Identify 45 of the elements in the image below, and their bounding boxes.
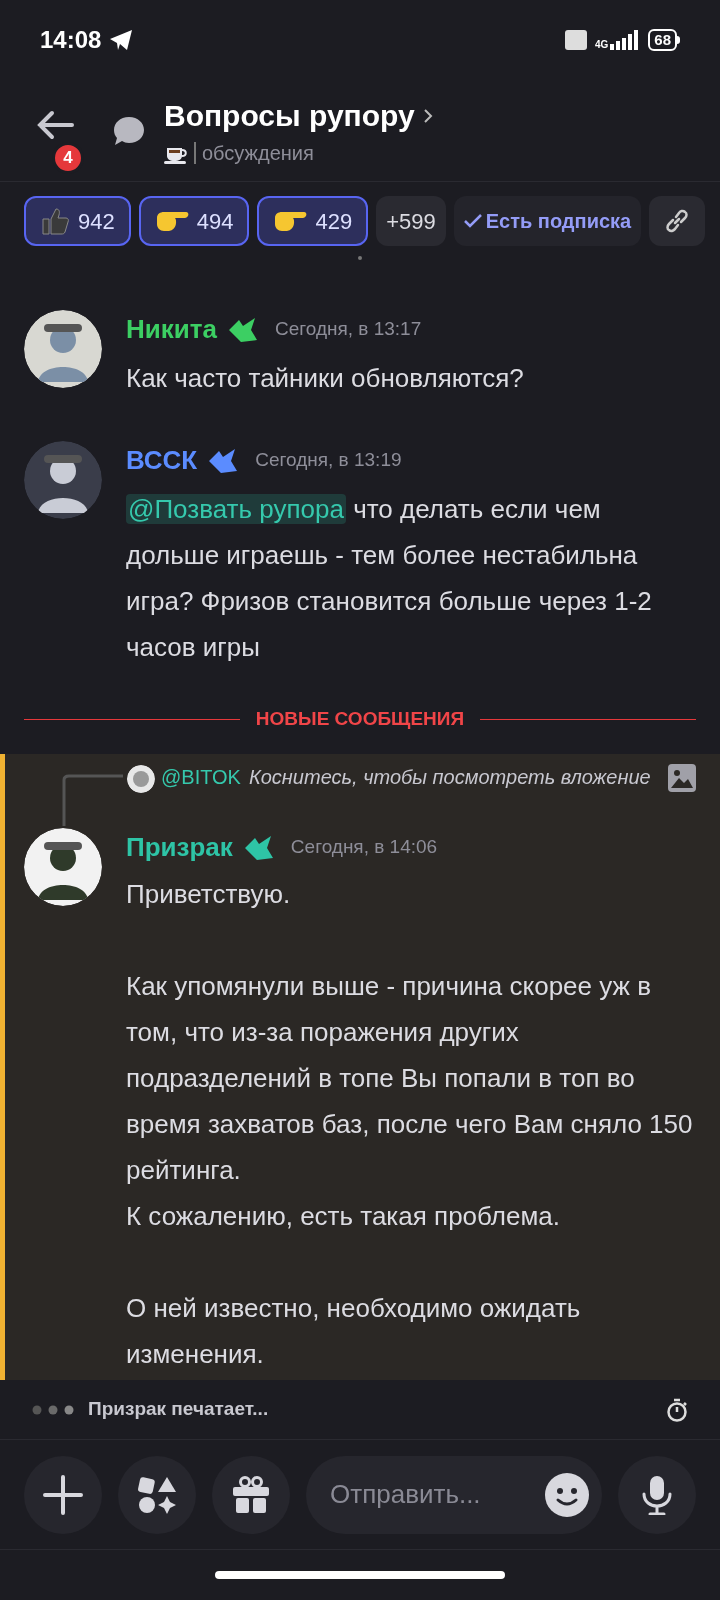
- mention-link[interactable]: @Позвать рупора: [126, 494, 346, 524]
- reply-avatar-icon: [127, 764, 155, 793]
- chevron-right-icon: [422, 107, 433, 124]
- message-field[interactable]: Отправить...: [306, 1455, 602, 1534]
- message-text: Как часто тайники обновляются?: [126, 362, 524, 395]
- reaction-chip[interactable]: 494: [138, 196, 250, 246]
- message-text: Приветствую.: [126, 878, 292, 911]
- author-name[interactable]: Никита: [126, 310, 217, 349]
- thumbs-up-icon: [40, 206, 70, 236]
- author-name[interactable]: ВССК: [126, 441, 198, 480]
- checkmark-icon: [463, 214, 482, 228]
- back-arrow-icon: [36, 109, 74, 140]
- smiley-icon[interactable]: [544, 1471, 590, 1518]
- gift-icon: [231, 1474, 271, 1515]
- new-messages-divider: НОВЫЕ СООБЩЕНИЯ: [255, 706, 465, 731]
- message-time: Сегодня, в 14:06: [290, 835, 438, 860]
- author-name[interactable]: Призрак: [126, 828, 233, 867]
- reaction-chip[interactable]: 429: [257, 196, 369, 246]
- message-time: Сегодня, в 13:19: [255, 448, 402, 473]
- message-text: О ней известно, необходимо ожидать изменения.: [126, 1292, 582, 1371]
- image-icon: [668, 764, 696, 792]
- microphone-icon: [640, 1474, 674, 1515]
- plus-icon: [43, 1474, 83, 1515]
- reaction-chip[interactable]: 942: [24, 196, 131, 246]
- link-button[interactable]: [649, 196, 706, 246]
- battery-icon: 68: [648, 29, 680, 51]
- thread-bubble-icon: [112, 114, 146, 147]
- message-time: Сегодня, в 13:17: [274, 317, 422, 342]
- shapes-icon: [137, 1474, 177, 1515]
- message-text: @Позвать рупора что делать если чем дольше играешь - тем более нестабильна игра? Фризов становится больше через 1-2 часов игры: [126, 493, 653, 664]
- reply-preview[interactable]: @BITOK Коснитесь, чтобы посмотреть вложение: [123, 760, 668, 826]
- signal-icon: [610, 30, 641, 50]
- status-time: 14:08: [40, 25, 102, 55]
- typing-indicator: Призрак печатает...: [88, 1397, 269, 1422]
- reply-connector-line: [61, 774, 123, 826]
- channel-subtitle: обсуждения: [202, 141, 314, 166]
- typing-dots-icon: [32, 1404, 76, 1415]
- more-reactions-chip[interactable]: +599: [376, 196, 446, 246]
- timer-icon: [666, 1397, 688, 1422]
- channel-title[interactable]: Вопросы рупору: [164, 93, 415, 138]
- subscribe-button[interactable]: Есть подписка: [453, 196, 642, 246]
- back-button[interactable]: 4: [36, 103, 86, 176]
- network-label: 4G: [594, 40, 609, 50]
- message-input[interactable]: Отправить...: [330, 1475, 544, 1514]
- message-text: Как упомянули выше - причина скорее уж в том, что из-за поражения других подразделений в топе Вы попали в топ во время захватов баз, после чего Вам сняло 150 рейтинга. К сожалению, есть такая проблема.: [126, 970, 694, 1233]
